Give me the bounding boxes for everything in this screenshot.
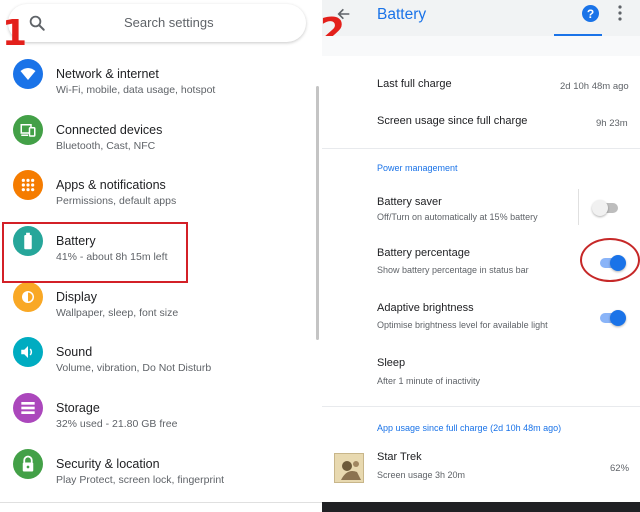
setting-subtitle: Wi-Fi, mobile, data usage, hotspot bbox=[56, 84, 216, 96]
settings-panel: Search settings 1 Network & internet Wi-… bbox=[0, 0, 322, 512]
sleep-title: Sleep bbox=[377, 357, 406, 369]
app-bar: Battery ? bbox=[322, 0, 640, 36]
setting-title: Display bbox=[56, 289, 97, 304]
setting-network[interactable]: Network & internet Wi-Fi, mobile, data u… bbox=[0, 47, 322, 103]
battery-settings-list: Last full charge 2d 10h 48m ago Screen u… bbox=[322, 56, 640, 502]
divider bbox=[322, 406, 640, 407]
devices-icon bbox=[13, 114, 43, 145]
adaptive-brightness-toggle[interactable] bbox=[598, 310, 626, 326]
setting-title: Apps & notifications bbox=[56, 178, 166, 193]
setting-subtitle: Wallpaper, sleep, font size bbox=[56, 306, 179, 319]
setting-title: Network & internet bbox=[56, 67, 159, 81]
scrollbar[interactable] bbox=[316, 86, 319, 340]
last-full-charge-value: 2d 10h 48m ago bbox=[560, 81, 629, 92]
battery-percentage-title: Battery percentage bbox=[377, 247, 470, 259]
setting-subtitle: Volume, vibration, Do Not Disturb bbox=[56, 362, 212, 375]
adaptive-brightness-subtitle: Optimise brightness level for available … bbox=[377, 320, 548, 330]
navigation-bar bbox=[322, 502, 640, 512]
divider bbox=[322, 148, 640, 149]
search-placeholder: Search settings bbox=[124, 15, 214, 30]
divider bbox=[0, 502, 322, 503]
setting-title: Security & location bbox=[56, 456, 160, 471]
more-options-icon[interactable] bbox=[618, 5, 622, 21]
setting-sound[interactable]: Sound Volume, vibration, Do Not Disturb bbox=[0, 325, 322, 381]
apps-icon bbox=[13, 170, 43, 201]
setting-security-location[interactable]: Security & location Play Protect, screen… bbox=[0, 437, 322, 493]
search-bar[interactable]: Search settings bbox=[8, 4, 306, 42]
lock-icon bbox=[13, 448, 43, 479]
toggle-thumb bbox=[610, 310, 626, 326]
storage-icon bbox=[13, 393, 43, 424]
setting-subtitle: Bluetooth, Cast, NFC bbox=[56, 139, 156, 152]
setting-title: Connected devices bbox=[56, 122, 163, 137]
toggle-thumb bbox=[592, 200, 608, 216]
battery-highlight-box bbox=[2, 222, 188, 283]
adaptive-brightness-title: Adaptive brightness bbox=[377, 302, 474, 314]
screen-usage-value: 9h 23m bbox=[596, 118, 628, 129]
setting-storage[interactable]: Storage 32% used - 21.80 GB free bbox=[0, 381, 322, 437]
battery-saver-subtitle: Off/Turn on automatically at 15% battery bbox=[377, 212, 538, 222]
power-management-header: Power management bbox=[377, 163, 458, 173]
app-usage-header: App usage since full charge (2d 10h 48m … bbox=[377, 423, 562, 433]
battery-percentage-subtitle: Show battery percentage in status bar bbox=[377, 265, 529, 275]
sleep-subtitle: After 1 minute of inactivity bbox=[377, 376, 481, 386]
screen-usage-label: Screen usage since full charge bbox=[377, 115, 528, 127]
setting-subtitle: 32% used - 21.80 GB free bbox=[56, 418, 178, 431]
app-usage-time: Screen usage 3h 20m bbox=[377, 470, 466, 480]
setting-subtitle: Permissions, default apps bbox=[56, 195, 177, 208]
battery-saver-title: Battery saver bbox=[377, 196, 442, 208]
volume-icon bbox=[13, 337, 43, 368]
wifi-icon bbox=[13, 59, 43, 89]
app-usage-percent: 62% bbox=[610, 463, 630, 474]
page-title: Battery bbox=[377, 6, 427, 23]
battery-panel: Battery ? 2 Last full charge 2d 10h 48m … bbox=[320, 0, 640, 512]
setting-apps-notifications[interactable]: Apps & notifications Permissions, defaul… bbox=[0, 158, 322, 214]
setting-connected-devices[interactable]: Connected devices Bluetooth, Cast, NFC bbox=[0, 103, 322, 159]
last-full-charge-label: Last full charge bbox=[377, 78, 452, 90]
brightness-icon bbox=[13, 281, 43, 312]
search-icon bbox=[29, 15, 45, 31]
help-icon[interactable]: ? bbox=[582, 5, 599, 22]
setting-title: Sound bbox=[56, 345, 93, 360]
divider bbox=[578, 189, 579, 225]
app-name: Star Trek bbox=[377, 451, 422, 463]
setting-subtitle: Play Protect, screen lock, fingerprint bbox=[56, 473, 225, 486]
star-trek-app-icon bbox=[334, 453, 364, 483]
setting-title: Storage bbox=[56, 401, 100, 416]
battery-saver-toggle[interactable] bbox=[592, 200, 620, 216]
battery-percentage-highlight bbox=[580, 238, 640, 282]
